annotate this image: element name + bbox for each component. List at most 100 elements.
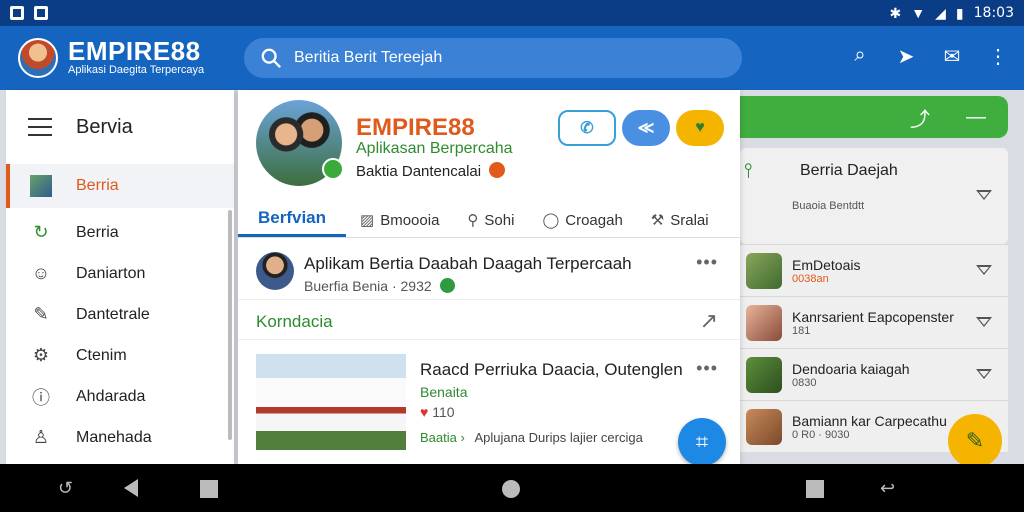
avatar[interactable]	[256, 252, 294, 290]
wifi-icon: ▼	[911, 5, 926, 21]
sidebar-item-label: Ahdarada	[76, 387, 146, 405]
minus-icon[interactable]: —	[966, 106, 986, 129]
list-feature-card[interactable]: Berria Daejah Buaoia Bentdtt ⫯	[740, 148, 1008, 244]
section-header[interactable]: Korndacia ↗	[238, 300, 740, 340]
check-icon	[439, 278, 455, 293]
post-meta: Buerfia Benia · 2932	[304, 278, 455, 294]
search-text: Beritia Berit Tereejah	[294, 49, 443, 66]
chat-icon: ◯	[542, 212, 560, 229]
tab-label: Croagah	[565, 211, 623, 229]
thumbnail	[746, 356, 782, 393]
list-item[interactable]: Kanrsarient Eapcopenster 181	[740, 296, 1008, 348]
tab-label: Sralai	[670, 211, 709, 229]
tab-sralai[interactable]: ⚒ Sralai	[637, 211, 723, 237]
share-button[interactable]: ≪	[622, 110, 670, 146]
search-icon[interactable]: ⌕	[848, 44, 872, 69]
stop-icon[interactable]	[200, 480, 218, 498]
back-icon[interactable]	[124, 479, 138, 497]
person-icon: ♙	[32, 427, 50, 447]
thumbnail	[746, 408, 782, 445]
brand-name: EMPIRE88	[68, 36, 201, 66]
more-horiz-icon[interactable]: •••	[696, 252, 718, 273]
sidebar-item-label: Berria	[76, 177, 119, 194]
sidebar-item-daniarton[interactable]: ☺ Daniarton	[6, 253, 234, 294]
verified-icon	[322, 158, 344, 180]
sidebar-item-label: Manehada	[76, 428, 152, 446]
send-icon[interactable]: ➤	[894, 44, 918, 69]
profile-subtitle: Aplikasan Berpercaha	[356, 140, 513, 157]
tab-label: Berfvian	[258, 208, 327, 227]
list-header-sub: Buaoia Bentdtt	[792, 200, 865, 212]
people-icon: ☺	[31, 263, 51, 283]
chevron-down-icon[interactable]	[976, 190, 992, 200]
more-horiz-icon[interactable]: •••	[696, 358, 718, 379]
system-nav-bar: ↺ ↩	[0, 464, 1024, 512]
menu-icon[interactable]	[28, 118, 52, 136]
tab-bar: Berfvian ▨ Bmoooia ⚲ Sohi ◯ Croagah ⚒ Sr…	[238, 208, 740, 238]
chevron-down-icon[interactable]	[976, 368, 992, 379]
sidebar-item-dantetrale[interactable]: ✎ Dantetrale	[6, 294, 234, 335]
chevron-down-icon[interactable]	[976, 264, 992, 275]
return-icon[interactable]: ↩	[880, 478, 895, 499]
scrollbar[interactable]	[228, 210, 232, 440]
sidebar-item-ctenim[interactable]: ⚙ Ctenim	[6, 335, 234, 376]
rotate-icon[interactable]: ↺	[58, 478, 73, 499]
compose-button[interactable]: ⌗	[678, 418, 726, 466]
profile-header: EMPIRE88 Aplikasan Berpercaha Baktia Dan…	[238, 90, 740, 208]
recents-icon[interactable]	[806, 480, 824, 498]
favorite-button[interactable]: ♥	[676, 110, 724, 146]
app-bar: EMPIRE88 Aplikasi Daegita Terpercaya Ber…	[0, 26, 1024, 90]
drawer-header: Bervia	[6, 90, 234, 164]
article-count: ♥ 110	[420, 404, 455, 420]
tab-bmoooia[interactable]: ▨ Bmoooia	[346, 211, 453, 237]
tab-croagah[interactable]: ◯ Croagah	[528, 211, 636, 237]
clock: 18:03	[973, 5, 1014, 21]
share-icon: ≪	[637, 120, 655, 137]
image-icon: ▨	[360, 212, 375, 229]
chevron-down-icon[interactable]	[976, 316, 992, 327]
heart-icon: ♥	[695, 119, 705, 136]
message-icon[interactable]: ✉	[940, 44, 964, 69]
sidebar-item-ahdarada[interactable]: ⓘ Ahdarada	[6, 376, 234, 417]
tab-berfvian[interactable]: Berfvian	[238, 208, 347, 237]
list-item[interactable]: Dendoaria kaiagah 0830	[740, 348, 1008, 400]
action-button[interactable]: ✎	[948, 414, 1002, 468]
search-icon	[261, 48, 281, 68]
sidebar-item-manehada[interactable]: ♙ Manehada	[6, 417, 234, 458]
share-icon[interactable]: ⤴	[910, 103, 930, 132]
brand-logo[interactable]	[18, 38, 58, 78]
home-icon[interactable]	[502, 480, 520, 498]
profile-meta-text: Baktia Dantencalai	[356, 163, 482, 180]
sidebar-item-label: Daniarton	[76, 264, 146, 282]
arrow-icon[interactable]: ↗	[700, 308, 718, 334]
nav-drawer: Bervia Berria ↻ Berria ☺ Daniarton ✎ Dan…	[6, 90, 234, 464]
grid-icon: ⌗	[695, 429, 709, 454]
search-input[interactable]: Beritia Berit Tereejah	[244, 38, 742, 78]
settings-icon: ⚙	[32, 345, 50, 365]
post-title: Aplikam Bertia Daabah Daagah Terpercaah	[304, 254, 632, 273]
list-item[interactable]: EmDetoais 0038an	[740, 244, 1008, 296]
article-image[interactable]	[256, 354, 406, 450]
sidebar-item-berria-2[interactable]: ↻ Berria	[6, 212, 234, 253]
sidebar-item-berria[interactable]: Berria	[6, 164, 234, 208]
tab-label: Bmoooia	[380, 211, 440, 229]
sidebar-item-label: Ctenim	[76, 346, 127, 364]
post-item[interactable]: Aplikam Bertia Daabah Daagah Terpercaah …	[238, 238, 740, 300]
list-item-title: Kanrsarient Eapcopenster	[792, 308, 954, 325]
article-title: Raacd Perriuka Daacia, Outenglen	[420, 360, 683, 379]
article-item[interactable]: Raacd Perriuka Daacia, Outenglen Benaita…	[238, 340, 740, 450]
list-header-title: Berria Daejah	[800, 162, 898, 179]
profile-meta: Baktia Dantencalai	[356, 162, 506, 180]
chart-icon: ⫯	[744, 160, 753, 182]
tab-sohi[interactable]: ⚲ Sohi	[453, 211, 528, 237]
tab-label: Sohi	[484, 211, 515, 229]
refresh-icon: ↻	[33, 222, 49, 242]
list-item-sub: 0038an	[792, 272, 829, 285]
status-bar: ✱ ▼ ◢ ▮ 18:03	[0, 0, 1024, 26]
whatsapp-button[interactable]: ✆	[558, 110, 616, 146]
section-label: Korndacia	[256, 312, 333, 331]
article-link[interactable]: Baatia › Aplujana Durips lajier cerciga	[420, 430, 643, 445]
list-item-sub: 181	[792, 324, 811, 337]
more-vert-icon[interactable]: ⋮	[986, 44, 1010, 69]
post-meta-text: Buerfia Benia · 2932	[304, 278, 432, 294]
